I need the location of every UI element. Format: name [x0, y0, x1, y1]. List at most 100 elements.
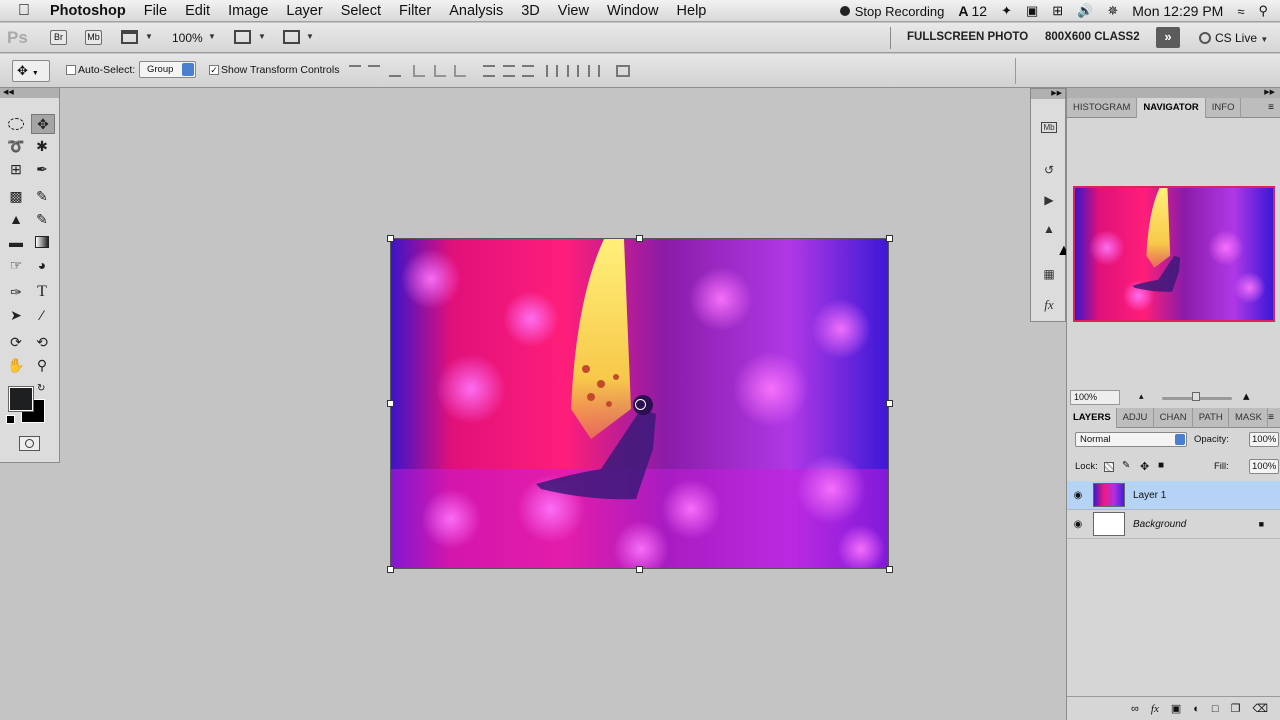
distribute-top-icon[interactable] [483, 65, 495, 77]
foreground-color-swatch[interactable] [8, 386, 34, 412]
spaces-icon[interactable]: ⊞ [1045, 3, 1070, 19]
layer-row-layer-1[interactable]: ◉ Layer 1 [1067, 481, 1280, 510]
styles-panel-icon[interactable]: fx [1038, 294, 1060, 316]
adjustment-layer-icon[interactable]: ◐ [1193, 703, 1200, 715]
actions-panel-icon[interactable]: ▶ [1038, 189, 1060, 211]
font-badge[interactable]: A 12 [951, 3, 994, 19]
type-tool-icon[interactable]: T [32, 282, 52, 302]
arrange-documents-icon[interactable] [234, 30, 251, 44]
dock-header[interactable]: ▶▶ [1031, 89, 1065, 99]
align-hcenter-icon[interactable] [434, 65, 446, 77]
auto-select-dropdown[interactable]: Group [139, 61, 196, 78]
wifi-icon[interactable]: ≈ [1230, 4, 1251, 19]
screen-mode-chevron-icon[interactable]: ▼ [306, 32, 314, 41]
crop-tool-icon[interactable]: ⊞ [6, 159, 26, 179]
tab-paths[interactable]: PATH [1193, 407, 1229, 428]
tab-layers[interactable]: LAYERS [1067, 407, 1117, 428]
new-group-icon[interactable]: □ [1212, 703, 1219, 715]
lasso-tool-icon[interactable]: ➰ [6, 136, 26, 156]
eyedropper-tool-icon[interactable]: ✒ [32, 159, 52, 179]
tab-channels[interactable]: CHAN [1154, 407, 1193, 428]
transform-handle-mr[interactable] [886, 400, 893, 407]
tools-panel-header[interactable]: ◀◀ [0, 88, 59, 98]
clone-stamp-tool-icon[interactable]: ▲ [6, 209, 26, 229]
layer-row-background[interactable]: ◉ Background ■ [1067, 510, 1280, 539]
more-workspaces-button[interactable]: » [1156, 27, 1180, 48]
marquee-tool-icon[interactable] [6, 114, 26, 134]
app-menu[interactable]: Photoshop [40, 3, 135, 19]
link-layers-icon[interactable]: ∞ [1131, 703, 1139, 715]
menu-view[interactable]: View [549, 3, 598, 19]
menu-file[interactable]: File [135, 3, 176, 19]
tab-masks[interactable]: MASK [1229, 407, 1269, 428]
clone-source-panel-icon[interactable]: ▲ [1038, 218, 1060, 240]
sync-icon[interactable]: ✦ [994, 3, 1019, 19]
add-mask-icon[interactable]: ▣ [1171, 702, 1181, 715]
bridge-button[interactable]: Br [50, 30, 67, 45]
auto-align-layers-icon[interactable] [616, 65, 630, 77]
path-selection-tool-icon[interactable]: ➤ [6, 305, 26, 325]
hand-tool-icon[interactable]: ✋ [6, 355, 26, 375]
brush-tool-icon[interactable]: ✎ [32, 186, 52, 206]
panel-menu-icon[interactable]: ≡ [1268, 102, 1280, 113]
healing-brush-tool-icon[interactable]: ▩ [6, 186, 26, 206]
workspace-800x600-class2[interactable]: 800X600 CLASS2 [1045, 31, 1140, 43]
quick-selection-tool-icon[interactable]: ✱ [32, 136, 52, 156]
transform-handle-bc[interactable] [636, 566, 643, 573]
tab-info[interactable]: INFO [1206, 97, 1242, 118]
navigator-zoom-field[interactable]: 100% [1070, 390, 1120, 405]
zoom-tool-icon[interactable]: ⚲ [32, 355, 52, 375]
eraser-tool-icon[interactable]: ▬ [6, 232, 26, 252]
right-panel-header[interactable]: ▶▶ [1067, 88, 1280, 98]
cs-live-button[interactable]: CS Live ▼ [1199, 31, 1268, 45]
mini-bridge-panel-icon[interactable]: Mb [1038, 116, 1060, 138]
swap-colors-icon[interactable]: ↻ [37, 383, 45, 394]
gradient-tool-icon[interactable] [32, 232, 52, 252]
tab-histogram[interactable]: HISTOGRAM [1067, 97, 1138, 118]
navigator-zoom-slider-thumb[interactable] [1192, 392, 1200, 401]
transform-center-icon[interactable] [635, 399, 646, 410]
lock-pixels-icon[interactable]: ✎ [1122, 460, 1130, 471]
menu-help[interactable]: Help [668, 3, 716, 19]
tab-adjustments[interactable]: ADJU [1117, 407, 1154, 428]
transform-handle-tr[interactable] [886, 235, 893, 242]
transform-handle-ml[interactable] [387, 400, 394, 407]
opacity-field[interactable]: 100% [1249, 432, 1279, 447]
workspace-fullscreen-photo[interactable]: FULLSCREEN PHOTO [907, 31, 1028, 43]
distribute-vcenter-icon[interactable] [503, 65, 515, 77]
menu-edit[interactable]: Edit [176, 3, 219, 19]
menu-image[interactable]: Image [219, 3, 277, 19]
blend-mode-dropdown[interactable]: Normal [1075, 432, 1187, 447]
distribute-right-icon[interactable] [588, 65, 600, 77]
layer-style-icon[interactable]: fx [1151, 703, 1159, 715]
auto-select-checkbox[interactable] [66, 65, 76, 75]
menu-filter[interactable]: Filter [390, 3, 440, 19]
swatches-panel-icon[interactable]: ▦ [1038, 263, 1060, 285]
default-colors-icon[interactable] [6, 415, 15, 424]
quick-mask-button[interactable] [19, 436, 40, 451]
menu-select[interactable]: Select [332, 3, 390, 19]
apple-menu-icon[interactable]:  [0, 2, 40, 20]
move-tool-icon[interactable]: ✥ [31, 114, 55, 134]
show-transform-checkbox[interactable]: ✓ [209, 65, 219, 75]
line-tool-icon[interactable]: ∕ [32, 305, 52, 325]
lock-transparency-icon[interactable] [1104, 462, 1114, 472]
zoom-out-icon[interactable]: ▴ [1139, 391, 1144, 402]
align-top-icon[interactable] [349, 65, 361, 77]
background-layer-name[interactable]: Background [1133, 519, 1186, 530]
navigator-preview[interactable] [1073, 186, 1275, 322]
transform-handle-tl[interactable] [387, 235, 394, 242]
background-visibility-eye-icon[interactable]: ◉ [1067, 519, 1089, 530]
align-vcenter-icon[interactable] [368, 65, 380, 77]
menubar-clock[interactable]: Mon 12:29 PM [1125, 3, 1230, 19]
mini-bridge-button[interactable]: Mb [85, 30, 102, 45]
history-brush-tool-icon[interactable]: ✎ [32, 209, 52, 229]
arrange-chevron-icon[interactable]: ▼ [258, 32, 266, 41]
lock-position-icon[interactable]: ✥ [1140, 460, 1149, 473]
menu-window[interactable]: Window [598, 3, 668, 19]
pen-tool-icon[interactable]: ✑ [6, 282, 26, 302]
lock-all-icon[interactable]: ■ [1158, 460, 1164, 471]
view-extras-icon[interactable] [121, 30, 138, 44]
menu-analysis[interactable]: Analysis [440, 3, 512, 19]
layer-name[interactable]: Layer 1 [1133, 490, 1166, 501]
